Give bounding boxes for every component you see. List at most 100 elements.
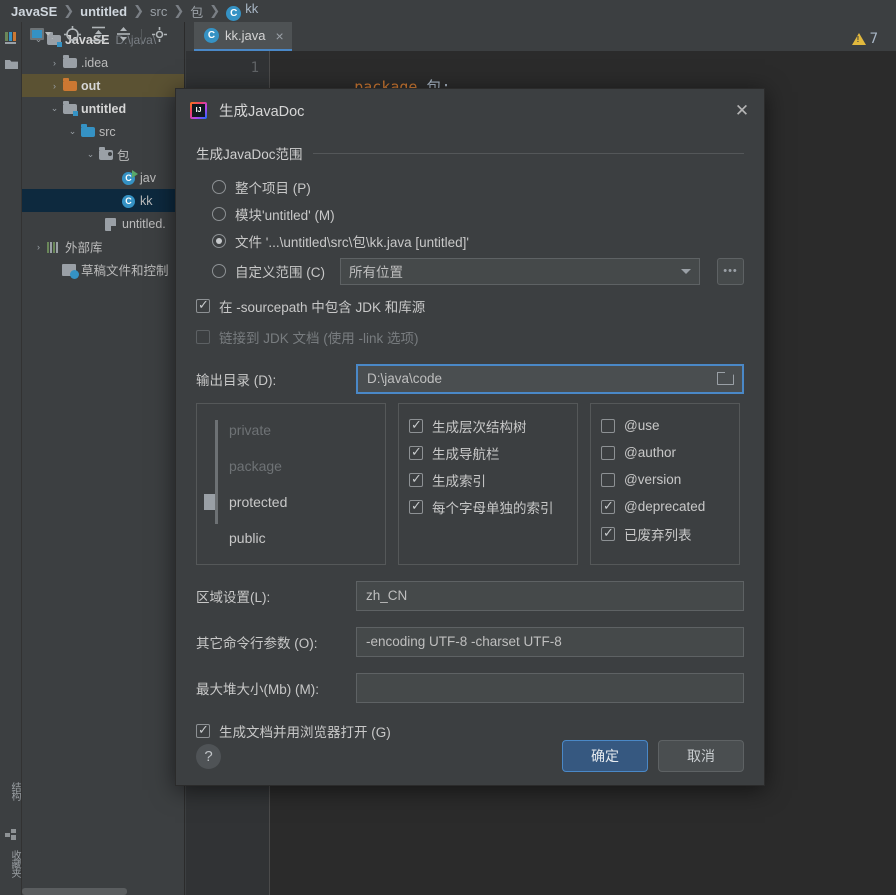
tree-row-src[interactable]: ⌄ src (22, 120, 184, 143)
warning-indicator[interactable]: 7 (851, 31, 878, 47)
radio-whole-project[interactable]: 整个项目 (P) (196, 173, 744, 200)
editor-tab-label: kk.java (225, 28, 266, 43)
editor-tab-kk-java[interactable]: C kk.java × (194, 22, 292, 51)
visibility-protected[interactable]: protected (204, 484, 375, 520)
browse-scope-button[interactable]: ••• (717, 257, 744, 285)
cancel-button[interactable]: 取消 (658, 740, 744, 772)
visibility-package[interactable]: package (211, 448, 375, 484)
package-folder-icon (98, 146, 114, 163)
checkbox[interactable] (601, 472, 615, 487)
tree-row-external-libraries[interactable]: › 外部库 (22, 235, 184, 258)
radio-button[interactable] (212, 206, 226, 221)
locale-value: zh_CN (366, 588, 408, 603)
checkbox-label: 链接到 JDK 文档 (使用 -link 选项) (219, 330, 419, 346)
chevron-right-icon[interactable]: › (48, 58, 61, 68)
project-view-icon[interactable]: .. (30, 27, 56, 46)
horizontal-scrollbar[interactable] (22, 888, 127, 895)
chevron-right-icon[interactable]: › (48, 81, 61, 91)
tree-label: 草稿文件和控制 (81, 264, 169, 278)
breadcrumb-separator: ❯ (209, 3, 221, 18)
checkbox[interactable] (409, 444, 423, 460)
tree-row-scratches[interactable]: 草稿文件和控制 (22, 258, 184, 281)
checkbox[interactable] (601, 445, 615, 460)
breadcrumb-item-package[interactable]: 包 (187, 2, 206, 21)
chevron-down-icon[interactable]: ⌄ (84, 149, 97, 160)
max-heap-input[interactable] (356, 672, 744, 703)
radio-button[interactable] (212, 264, 226, 278)
locale-input[interactable]: zh_CN (356, 580, 744, 611)
radio-custom-scope[interactable]: 自定义范围 (C) 所有位置 ••• (196, 254, 744, 288)
other-args-input[interactable]: -encoding UTF-8 -charset UTF-8 (356, 626, 744, 657)
custom-scope-combo[interactable]: 所有位置 (340, 257, 700, 285)
checkbox-include-jdk-sources[interactable]: 在 -sourcepath 中包含 JDK 和库源 (196, 292, 744, 319)
checkbox[interactable] (601, 525, 615, 541)
radio-module[interactable]: 模块'untitled' (M) (196, 200, 744, 227)
folder-tool-icon[interactable] (0, 50, 22, 76)
checkbox-navigation-bar[interactable]: 生成导航栏 (409, 439, 567, 466)
breadcrumb-separator: ❯ (133, 3, 145, 18)
folder-icon[interactable] (717, 372, 734, 385)
radio-label: 整个项目 (P) (235, 180, 311, 196)
tree-row-kk-class[interactable]: C kk (22, 189, 184, 212)
checkbox[interactable] (409, 498, 423, 514)
checkbox-label: 在 -sourcepath 中包含 JDK 和库源 (219, 299, 426, 315)
generate-javadoc-dialog: 生成JavaDoc ✕ 生成JavaDoc范围 整个项目 (P) 模块'unti… (175, 88, 765, 786)
breadcrumb-item-kk[interactable]: Ckk (223, 1, 261, 21)
slider-knob[interactable] (204, 494, 215, 510)
project-tree[interactable]: ⌄ JavaSE D:\java\ › .idea › out ⌄ untitl… (22, 22, 184, 281)
checkbox[interactable] (409, 471, 423, 487)
tree-row-iml[interactable]: untitled. (22, 212, 184, 235)
chevron-down-icon[interactable]: ⌄ (48, 103, 61, 114)
tree-row-out[interactable]: › out (22, 74, 184, 97)
checkbox-link-jdk-docs[interactable]: 链接到 JDK 文档 (使用 -link 选项) (196, 323, 744, 350)
output-dir-label: 输出目录 (D): (196, 372, 277, 388)
project-tool-window-icon[interactable] (0, 24, 22, 50)
checkbox[interactable] (601, 498, 615, 514)
locate-icon[interactable] (64, 25, 81, 48)
tree-row-idea[interactable]: › .idea (22, 51, 184, 74)
other-args-label: 其它命令行参数 (O): (196, 635, 318, 651)
checkbox-separate-index-per-letter[interactable]: 每个字母单独的索引 (409, 493, 567, 520)
scratch-icon (62, 262, 79, 279)
breadcrumb-item-src[interactable]: src (147, 4, 170, 19)
visibility-public[interactable]: public (211, 520, 375, 556)
output-dir-input[interactable]: D:\java\code (356, 363, 744, 394)
tree-row-package[interactable]: ⌄ 包 (22, 143, 184, 166)
checkbox-hierarchy-tree[interactable]: 生成层次结构树 (409, 412, 567, 439)
radio-button[interactable] (212, 179, 226, 194)
help-button[interactable]: ? (196, 743, 221, 769)
visibility-label: package (229, 458, 282, 474)
breadcrumb-item-untitled[interactable]: untitled (77, 4, 130, 19)
chevron-right-icon[interactable]: › (32, 242, 45, 252)
checkbox[interactable] (196, 329, 210, 344)
tree-row-untitled[interactable]: ⌄ untitled (22, 97, 184, 120)
close-icon[interactable]: ✕ (732, 102, 752, 119)
class-icon: C (226, 6, 242, 21)
visibility-label: protected (229, 494, 288, 510)
visibility-private[interactable]: private (211, 412, 375, 448)
radio-file[interactable]: 文件 '...\untitled\src\包\kk.java [untitled… (196, 227, 744, 254)
checkbox[interactable] (601, 418, 615, 433)
checkbox[interactable] (409, 417, 423, 433)
checkbox-deprecated-list[interactable]: 已废弃列表 (601, 520, 729, 547)
checkbox-tag-author[interactable]: @author (601, 439, 729, 466)
checkbox-tag-use[interactable]: @use (601, 412, 729, 439)
checkbox-tag-version[interactable]: @version (601, 466, 729, 493)
expand-all-icon[interactable] (91, 26, 106, 47)
checkbox-index[interactable]: 生成索引 (409, 466, 567, 493)
visibility-slider-panel[interactable]: private package protected public (196, 403, 386, 565)
settings-icon[interactable] (152, 26, 167, 47)
radio-button-selected[interactable] (212, 233, 226, 248)
checkbox-tag-deprecated[interactable]: @deprecated (601, 493, 729, 520)
chevron-down-icon[interactable]: ⌄ (66, 126, 79, 137)
ok-button[interactable]: 确定 (562, 740, 648, 772)
favorites-tool-label[interactable]: 收藏夹 (0, 850, 22, 877)
tree-row-java-class[interactable]: C jav (22, 166, 184, 189)
breadcrumb-item-javase[interactable]: JavaSE (8, 4, 60, 19)
dialog-title: 生成JavaDoc (219, 103, 305, 120)
structure-tool-label[interactable]: 结构 (0, 782, 22, 800)
checkbox[interactable] (196, 297, 210, 313)
close-icon[interactable]: × (275, 28, 283, 44)
build-tool-icon[interactable] (0, 822, 22, 848)
collapse-all-icon[interactable] (116, 26, 131, 47)
